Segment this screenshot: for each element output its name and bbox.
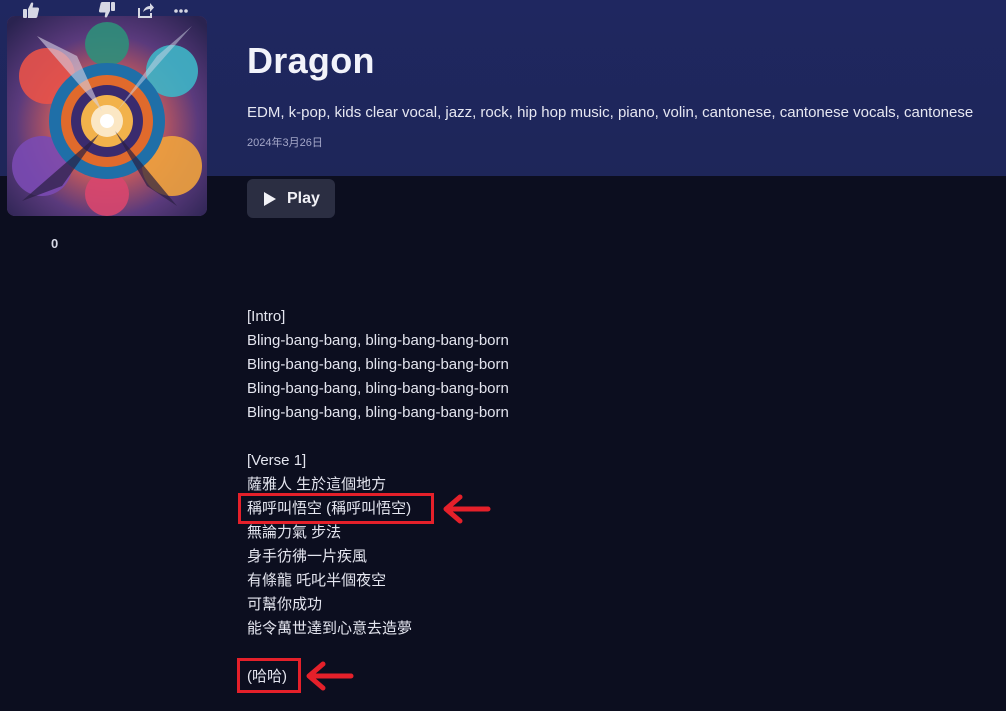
share-button[interactable] (137, 0, 155, 20)
thumbs-down-icon (98, 1, 116, 19)
song-tags[interactable]: EDM, k-pop, kids clear vocal, jazz, rock… (247, 104, 1006, 121)
lyrics-line: Bling-bang-bang, bling-bang-bang-born (247, 356, 509, 373)
lyrics-line: Bling-bang-bang, bling-bang-bang-born (247, 380, 509, 397)
play-icon (263, 191, 277, 207)
lyrics-section-header: [Intro] (247, 308, 286, 325)
like-button[interactable] (22, 0, 40, 20)
lyrics-line: 身手彷彿一片疾風 (247, 548, 368, 565)
annotation-arrow-icon (306, 661, 354, 691)
cover-art[interactable] (7, 16, 207, 216)
lyrics-spacer (247, 425, 947, 449)
lyrics-line: 無論力氣 步法 (247, 524, 342, 541)
lyrics-line: Bling-bang-bang, bling-bang-bang-born (247, 332, 509, 349)
lyrics-line: Bling-bang-bang, bling-bang-bang-born (247, 404, 509, 421)
more-button[interactable] (174, 0, 188, 20)
lyrics-section-header: [Verse 1] (247, 452, 307, 469)
lyrics-line: 可幫你成功 (247, 596, 323, 613)
lyrics-line: 有條龍 吒叱半個夜空 (247, 572, 387, 589)
dislike-button[interactable] (98, 0, 116, 20)
lyrics-line: 能令萬世達到心意去造夢 (247, 620, 413, 637)
thumbs-up-icon (22, 1, 40, 19)
song-title: Dragon (247, 40, 375, 81)
annotation-arrow-icon (443, 494, 491, 524)
share-icon (137, 1, 155, 19)
song-date: 2024年3月26日 (247, 137, 323, 149)
cover-art-illustration (7, 16, 207, 216)
like-count: 0 (51, 236, 59, 251)
play-button[interactable]: Play (247, 179, 335, 218)
play-button-label: Play (287, 189, 320, 207)
more-icon (174, 1, 188, 19)
highlight-box (238, 493, 434, 524)
highlight-box (237, 658, 301, 693)
song-page: Dragon EDM, k-pop, kids clear vocal, jaz… (0, 0, 1006, 711)
